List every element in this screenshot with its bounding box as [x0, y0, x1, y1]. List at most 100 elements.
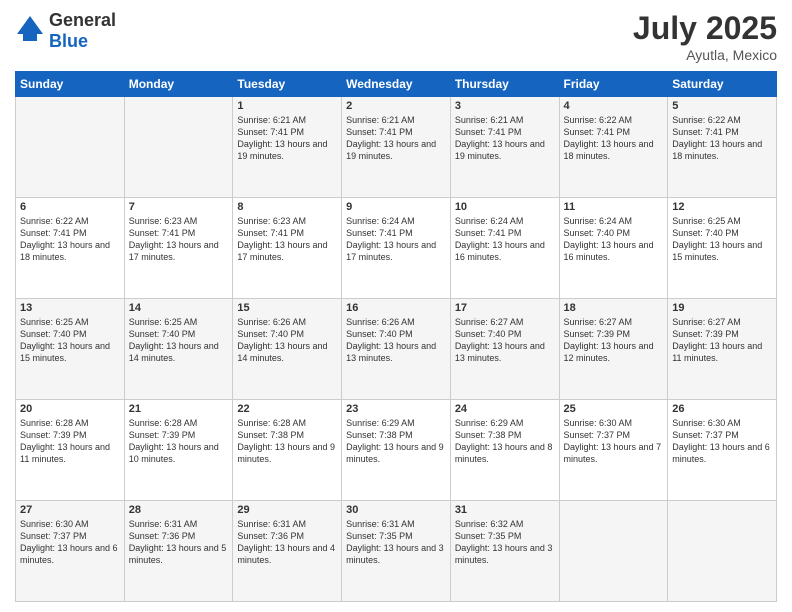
day-number: 6: [20, 201, 120, 213]
day-number: 7: [129, 201, 229, 213]
day-info: Sunrise: 6:27 AMSunset: 7:39 PMDaylight:…: [564, 316, 664, 365]
calendar-header-row: Sunday Monday Tuesday Wednesday Thursday…: [16, 72, 777, 97]
calendar-cell: 25 Sunrise: 6:30 AMSunset: 7:37 PMDayligh…: [559, 400, 668, 501]
calendar-cell: 21 Sunrise: 6:28 AMSunset: 7:39 PMDayligh…: [124, 400, 233, 501]
day-number: 13: [20, 302, 120, 314]
day-number: 4: [564, 100, 664, 112]
day-info: Sunrise: 6:24 AMSunset: 7:40 PMDaylight:…: [564, 215, 664, 264]
day-number: 17: [455, 302, 555, 314]
calendar-week-1: 1 Sunrise: 6:21 AMSunset: 7:41 PMDaylight…: [16, 97, 777, 198]
col-saturday: Saturday: [668, 72, 777, 97]
calendar-cell: 5 Sunrise: 6:22 AMSunset: 7:41 PMDaylight…: [668, 97, 777, 198]
calendar-cell: 13Sunrise: 6:25 AMSunset: 7:40 PMDayligh…: [16, 299, 125, 400]
day-number: 29: [237, 504, 337, 516]
day-info: Sunrise: 6:31 AMSunset: 7:36 PMDaylight:…: [237, 518, 337, 567]
day-info: Sunrise: 6:21 AMSunset: 7:41 PMDaylight:…: [455, 114, 555, 163]
day-number: 14: [129, 302, 229, 314]
day-number: 12: [672, 201, 772, 213]
calendar-cell: 16 Sunrise: 6:26 AMSunset: 7:40 PMDayligh…: [342, 299, 451, 400]
calendar-cell: 3 Sunrise: 6:21 AMSunset: 7:41 PMDaylight…: [450, 97, 559, 198]
day-number: 11: [564, 201, 664, 213]
day-number: 24: [455, 403, 555, 415]
day-number: 8: [237, 201, 337, 213]
day-info: Sunrise: 6:28 AMSunset: 7:39 PMDaylight:…: [129, 417, 229, 466]
calendar-cell: 30 Sunrise: 6:31 AMSunset: 7:35 PMDayligh…: [342, 501, 451, 602]
calendar-week-2: 6 Sunrise: 6:22 AMSunset: 7:41 PMDaylight…: [16, 198, 777, 299]
day-number: 3: [455, 100, 555, 112]
calendar-cell: 12 Sunrise: 6:25 AMSunset: 7:40 PMDayligh…: [668, 198, 777, 299]
day-number: 10: [455, 201, 555, 213]
col-friday: Friday: [559, 72, 668, 97]
calendar-cell: 27 Sunrise: 6:30 AMSunset: 7:37 PMDayligh…: [16, 501, 125, 602]
calendar-cell: [124, 97, 233, 198]
day-info: Sunrise: 6:26 AMSunset: 7:40 PMDaylight:…: [237, 316, 337, 365]
day-number: 18: [564, 302, 664, 314]
calendar-cell: 9 Sunrise: 6:24 AMSunset: 7:41 PMDaylight…: [342, 198, 451, 299]
day-number: 31: [455, 504, 555, 516]
day-info: Sunrise: 6:21 AMSunset: 7:41 PMDaylight:…: [346, 114, 446, 163]
day-info: Sunrise: 6:29 AMSunset: 7:38 PMDaylight:…: [346, 417, 446, 466]
day-info: Sunrise: 6:29 AMSunset: 7:38 PMDaylight:…: [455, 417, 555, 466]
day-number: 30: [346, 504, 446, 516]
col-monday: Monday: [124, 72, 233, 97]
calendar-cell: 31 Sunrise: 6:32 AMSunset: 7:35 PMDayligh…: [450, 501, 559, 602]
col-thursday: Thursday: [450, 72, 559, 97]
day-info: Sunrise: 6:23 AMSunset: 7:41 PMDaylight:…: [129, 215, 229, 264]
day-number: 21: [129, 403, 229, 415]
day-number: 5: [672, 100, 772, 112]
calendar-cell: 18 Sunrise: 6:27 AMSunset: 7:39 PMDayligh…: [559, 299, 668, 400]
day-info: Sunrise: 6:30 AMSunset: 7:37 PMDaylight:…: [672, 417, 772, 466]
day-info: Sunrise: 6:30 AMSunset: 7:37 PMDaylight:…: [20, 518, 120, 567]
calendar-cell: 7 Sunrise: 6:23 AMSunset: 7:41 PMDaylight…: [124, 198, 233, 299]
calendar-cell: [668, 501, 777, 602]
calendar-cell: 20 Sunrise: 6:28 AMSunset: 7:39 PMDayligh…: [16, 400, 125, 501]
calendar-week-3: 13Sunrise: 6:25 AMSunset: 7:40 PMDayligh…: [16, 299, 777, 400]
day-number: 15: [237, 302, 337, 314]
col-tuesday: Tuesday: [233, 72, 342, 97]
day-info: Sunrise: 6:21 AMSunset: 7:41 PMDaylight:…: [237, 114, 337, 163]
day-info: Sunrise: 6:24 AMSunset: 7:41 PMDaylight:…: [455, 215, 555, 264]
logo-text: General Blue: [49, 10, 116, 52]
calendar-cell: 17 Sunrise: 6:27 AMSunset: 7:40 PMDayligh…: [450, 299, 559, 400]
calendar-cell: 15 Sunrise: 6:26 AMSunset: 7:40 PMDayligh…: [233, 299, 342, 400]
calendar-cell: [559, 501, 668, 602]
day-number: 1: [237, 100, 337, 112]
day-info: Sunrise: 6:32 AMSunset: 7:35 PMDaylight:…: [455, 518, 555, 567]
day-info: Sunrise: 6:26 AMSunset: 7:40 PMDaylight:…: [346, 316, 446, 365]
logo-general: General: [49, 10, 116, 30]
calendar-cell: 23 Sunrise: 6:29 AMSunset: 7:38 PMDayligh…: [342, 400, 451, 501]
calendar-table: Sunday Monday Tuesday Wednesday Thursday…: [15, 71, 777, 602]
calendar-cell: 2 Sunrise: 6:21 AMSunset: 7:41 PMDaylight…: [342, 97, 451, 198]
day-number: 27: [20, 504, 120, 516]
calendar-cell: 8Sunrise: 6:23 AMSunset: 7:41 PMDaylight…: [233, 198, 342, 299]
day-number: 25: [564, 403, 664, 415]
day-info: Sunrise: 6:28 AMSunset: 7:39 PMDaylight:…: [20, 417, 120, 466]
day-number: 16: [346, 302, 446, 314]
day-number: 9: [346, 201, 446, 213]
calendar-week-4: 20 Sunrise: 6:28 AMSunset: 7:39 PMDayligh…: [16, 400, 777, 501]
calendar-cell: 24 Sunrise: 6:29 AMSunset: 7:38 PMDayligh…: [450, 400, 559, 501]
day-info: Sunrise: 6:31 AMSunset: 7:36 PMDaylight:…: [129, 518, 229, 567]
day-info: Sunrise: 6:25 AMSunset: 7:40 PMDaylight:…: [672, 215, 772, 264]
logo-icon: [15, 14, 45, 49]
calendar-cell: 10 Sunrise: 6:24 AMSunset: 7:41 PMDayligh…: [450, 198, 559, 299]
day-info: Sunrise: 6:31 AMSunset: 7:35 PMDaylight:…: [346, 518, 446, 567]
day-info: Sunrise: 6:22 AMSunset: 7:41 PMDaylight:…: [672, 114, 772, 163]
day-info: Sunrise: 6:22 AMSunset: 7:41 PMDaylight:…: [20, 215, 120, 264]
calendar-cell: 1 Sunrise: 6:21 AMSunset: 7:41 PMDaylight…: [233, 97, 342, 198]
calendar-cell: [16, 97, 125, 198]
day-info: Sunrise: 6:24 AMSunset: 7:41 PMDaylight:…: [346, 215, 446, 264]
day-number: 2: [346, 100, 446, 112]
day-number: 23: [346, 403, 446, 415]
calendar-cell: 4 Sunrise: 6:22 AMSunset: 7:41 PMDaylight…: [559, 97, 668, 198]
sub-title: Ayutla, Mexico: [633, 47, 777, 63]
day-info: Sunrise: 6:28 AMSunset: 7:38 PMDaylight:…: [237, 417, 337, 466]
day-info: Sunrise: 6:27 AMSunset: 7:40 PMDaylight:…: [455, 316, 555, 365]
day-info: Sunrise: 6:27 AMSunset: 7:39 PMDaylight:…: [672, 316, 772, 365]
main-title: July 2025: [633, 10, 777, 47]
day-info: Sunrise: 6:30 AMSunset: 7:37 PMDaylight:…: [564, 417, 664, 466]
day-number: 20: [20, 403, 120, 415]
day-info: Sunrise: 6:22 AMSunset: 7:41 PMDaylight:…: [564, 114, 664, 163]
col-wednesday: Wednesday: [342, 72, 451, 97]
calendar-cell: 22Sunrise: 6:28 AMSunset: 7:38 PMDayligh…: [233, 400, 342, 501]
